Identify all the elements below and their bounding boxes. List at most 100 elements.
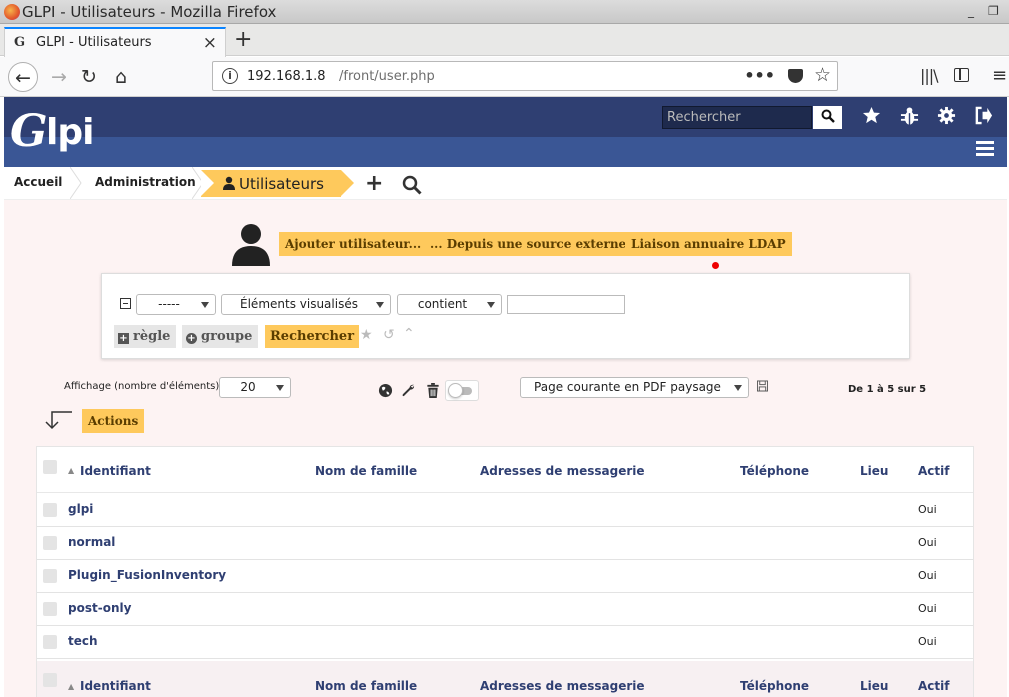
forward-button[interactable]: → xyxy=(44,62,74,92)
add-rule-button[interactable]: + règle xyxy=(114,325,177,348)
add-user-button[interactable]: Ajouter utilisateur... xyxy=(279,232,428,256)
select-all-checkbox[interactable] xyxy=(43,460,57,474)
users-table: ▲ Identifiant Nom de famille Adresses de… xyxy=(36,446,974,697)
glpi-menu-band xyxy=(4,137,1007,167)
window-title: GLPI - Utilisateurs - Mozilla Firefox xyxy=(22,3,277,21)
column-actif[interactable]: Actif xyxy=(918,464,949,478)
minimize-button[interactable]: _ xyxy=(968,4,974,18)
column-lieu[interactable]: Lieu xyxy=(860,464,888,478)
double-chevron-up-icon[interactable]: ⌃ xyxy=(403,326,415,342)
column-email[interactable]: Adresses de messagerie xyxy=(480,679,645,693)
breadcrumb-accueil[interactable]: Accueil xyxy=(14,175,62,189)
library-icon[interactable]: |||\ xyxy=(920,66,939,85)
user-id-link[interactable]: post-only xyxy=(68,601,131,615)
add-icon[interactable]: + xyxy=(365,171,383,196)
breadcrumb: Accueil Administration xyxy=(4,167,1007,200)
criterion-type-value: Éléments visualisés xyxy=(240,297,358,311)
column-identifiant[interactable]: Identifiant xyxy=(80,679,151,693)
table-row: glpi Oui xyxy=(37,494,973,527)
home-button[interactable]: ⌂ xyxy=(106,62,136,92)
glpi-header xyxy=(4,97,1007,137)
star-icon[interactable] xyxy=(862,106,881,125)
global-search-button[interactable] xyxy=(813,106,842,129)
user-actif: Oui xyxy=(918,635,937,648)
pagination-summary: De 1 à 5 sur 5 xyxy=(848,384,927,395)
glpi-logo[interactable]: G lpi xyxy=(8,104,104,160)
add-group-button[interactable]: + groupe xyxy=(182,325,259,348)
row-checkbox[interactable] xyxy=(43,602,57,616)
row-checkbox[interactable] xyxy=(43,503,57,517)
breadcrumb-utilisateurs[interactable]: Utilisateurs xyxy=(201,170,354,197)
trash-icon[interactable] xyxy=(426,383,440,398)
search-icon[interactable] xyxy=(402,175,422,195)
back-button[interactable]: ← xyxy=(8,62,38,92)
plus-square-icon: + xyxy=(118,333,129,344)
column-lieu[interactable]: Lieu xyxy=(860,679,888,693)
row-checkbox[interactable] xyxy=(43,635,57,649)
user-actif: Oui xyxy=(918,602,937,615)
user-id-link[interactable]: glpi xyxy=(68,502,93,516)
wrench-icon[interactable] xyxy=(401,383,416,398)
site-info-icon[interactable]: i xyxy=(222,68,238,84)
column-telephone[interactable]: Téléphone xyxy=(740,679,809,693)
column-nom-famille[interactable]: Nom de famille xyxy=(315,464,417,478)
breadcrumb-administration[interactable]: Administration xyxy=(95,175,196,189)
chevron-down-icon xyxy=(376,302,384,308)
maximize-button[interactable]: ❐ xyxy=(988,4,999,18)
search-submit-button[interactable]: Rechercher xyxy=(265,325,360,348)
criterion-value-input[interactable] xyxy=(507,295,625,314)
remove-criterion-icon[interactable] xyxy=(120,298,131,309)
column-identifiant[interactable]: Identifiant xyxy=(80,464,151,478)
criterion-operator-select[interactable]: contient xyxy=(397,294,502,315)
table-row: tech Oui xyxy=(37,626,973,659)
save-icon[interactable] xyxy=(757,380,768,392)
criterion-type-select[interactable]: Éléments visualisés xyxy=(221,294,391,315)
window-titlebar: GLPI - Utilisateurs - Mozilla Firefox _ … xyxy=(0,0,1009,24)
user-id-link[interactable]: Plugin_FusionInventory xyxy=(68,568,226,582)
column-actif[interactable]: Actif xyxy=(918,679,949,693)
column-nom-famille[interactable]: Nom de famille xyxy=(315,679,417,693)
sidebar-toggle-icon[interactable] xyxy=(954,68,969,82)
global-search-input[interactable]: Rechercher xyxy=(662,106,812,129)
undo-icon[interactable]: ↺ xyxy=(383,327,395,343)
row-checkbox[interactable] xyxy=(43,536,57,550)
chevron-down-icon xyxy=(734,385,742,391)
tab-close-icon[interactable]: × xyxy=(203,33,217,53)
url-bar[interactable]: i 192.168.1.8 /front/user.php ••• ☆ xyxy=(212,61,838,91)
ldap-link-button[interactable]: Liaison annuaire LDAP xyxy=(625,232,792,256)
import-external-button[interactable]: ... Depuis une source externe xyxy=(424,232,633,256)
user-id-link[interactable]: normal xyxy=(68,535,115,549)
user-id-link[interactable]: tech xyxy=(68,634,98,648)
bug-icon[interactable] xyxy=(900,106,919,126)
logout-icon[interactable] xyxy=(974,106,993,125)
bookmark-star-icon[interactable]: ☆ xyxy=(814,64,831,86)
new-tab-button[interactable]: + xyxy=(234,27,252,52)
chevron-down-icon xyxy=(276,385,284,391)
trash-toggle[interactable] xyxy=(445,380,479,401)
reload-button[interactable]: ↻ xyxy=(74,62,104,92)
page-actions-icon[interactable]: ••• xyxy=(744,66,775,85)
url-host: 192.168.1.8 xyxy=(247,69,326,84)
row-checkbox[interactable] xyxy=(43,569,57,583)
browser-tab[interactable]: G GLPI - Utilisateurs × xyxy=(4,27,226,57)
table-header: ▲ Identifiant Nom de famille Adresses de… xyxy=(37,447,973,493)
logo-lpi: lpi xyxy=(46,112,94,153)
export-format-select[interactable]: Page courante en PDF paysage xyxy=(520,377,749,398)
star-icon[interactable]: ★ xyxy=(360,327,373,343)
search-icon xyxy=(821,109,835,123)
column-telephone[interactable]: Téléphone xyxy=(740,464,809,478)
globe-icon[interactable] xyxy=(378,383,393,398)
browser-navbar: ← → ↻ ⌂ i 192.168.1.8 /front/user.php ••… xyxy=(0,57,1009,97)
hamburger-icon[interactable] xyxy=(976,141,994,157)
user-actif: Oui xyxy=(918,536,937,549)
massive-actions-button[interactable]: Actions xyxy=(82,409,145,433)
gear-icon[interactable] xyxy=(937,106,956,125)
pocket-icon[interactable] xyxy=(788,69,803,83)
select-all-checkbox[interactable] xyxy=(43,673,57,687)
criterion-field-select[interactable]: ----- xyxy=(136,294,216,315)
browser-menu-icon[interactable]: ≡ xyxy=(992,65,1007,86)
breadcrumb-separator xyxy=(70,167,82,199)
url-path: /front/user.php xyxy=(339,69,435,84)
display-count-select[interactable]: 20 xyxy=(219,377,291,398)
column-email[interactable]: Adresses de messagerie xyxy=(480,464,645,478)
